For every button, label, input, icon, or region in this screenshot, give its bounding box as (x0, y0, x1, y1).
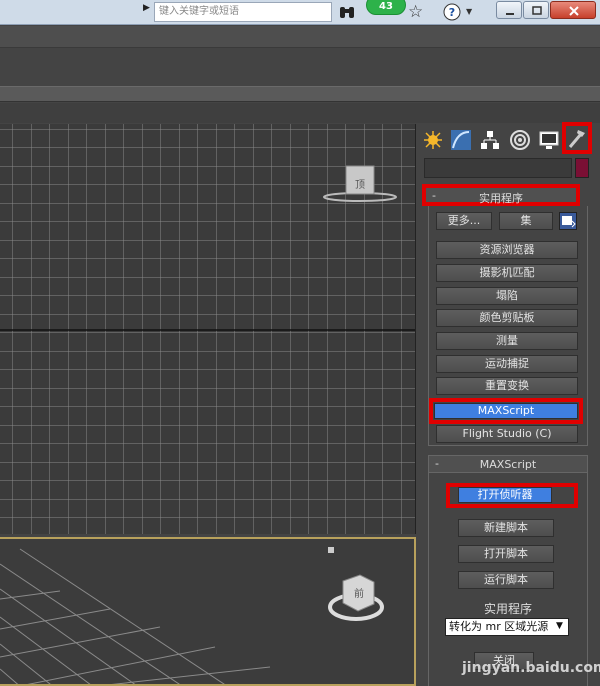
reset-xform-button[interactable]: 重置变换 (436, 377, 578, 395)
flight-studio-button[interactable]: Flight Studio (C) (436, 425, 578, 443)
new-script-button[interactable]: 新建脚本 (458, 519, 554, 537)
menu-bar (0, 26, 600, 48)
motion-capture-button[interactable]: 运动捕捉 (436, 355, 578, 373)
color-clipboard-button[interactable]: 颜色剪贴板 (436, 309, 578, 327)
chevron-down-icon[interactable]: ▼ (556, 621, 563, 631)
search-input[interactable]: 键入关键字或短语 (154, 2, 332, 22)
object-color-swatch[interactable] (575, 158, 589, 178)
binocular-icon[interactable] (338, 3, 356, 21)
utilities-tab-icon[interactable] (562, 122, 592, 154)
top-viewcube-label[interactable]: 顶 (348, 176, 372, 191)
utilities-label: 实用程序 (483, 602, 532, 616)
close-button[interactable] (550, 1, 596, 19)
display-tab-icon[interactable] (537, 128, 561, 152)
run-script-button[interactable]: 运行脚本 (458, 571, 554, 589)
open-listener-button[interactable]: 打开侦听器 (458, 487, 552, 503)
perspective-grid (0, 547, 384, 684)
sets-button[interactable]: 集 (499, 212, 553, 230)
hierarchy-tab-icon[interactable] (478, 128, 502, 152)
favorite-star-icon[interactable]: ☆ (408, 2, 423, 22)
measure-button[interactable]: 测量 (436, 332, 578, 350)
minimize-button[interactable] (496, 1, 522, 19)
viewport-label-strip (0, 103, 600, 123)
motion-tab-icon[interactable] (508, 128, 532, 152)
perspective-viewcube-label[interactable]: 前 (346, 585, 372, 600)
open-script-button[interactable]: 打开脚本 (458, 545, 554, 563)
top-viewport[interactable]: 顶 (0, 124, 416, 534)
ribbon (0, 86, 600, 102)
utilities-rollout-header[interactable]: - 实用程序 (422, 184, 580, 206)
maximize-button[interactable] (523, 1, 549, 19)
help-icon[interactable]: ? (442, 3, 462, 21)
help-dropdown-icon[interactable]: ▼ (466, 7, 472, 16)
svg-text:?: ? (449, 6, 455, 19)
configure-sets-icon[interactable] (559, 212, 577, 230)
search-dropdown-arrow-icon[interactable]: ▶ (143, 3, 153, 21)
create-tab-icon[interactable] (421, 128, 445, 152)
asset-browser-button[interactable]: 资源浏览器 (436, 241, 578, 259)
notification-badge[interactable]: 43 (366, 0, 406, 15)
modify-tab-icon[interactable] (449, 128, 473, 152)
utility-dropdown[interactable]: 转化为 mr 区域光源 (445, 618, 569, 636)
perspective-viewport[interactable]: 前 (0, 537, 416, 686)
maxscript-rollout-header[interactable]: - MAXScript (428, 455, 588, 473)
collapse-button[interactable]: 塌陷 (436, 287, 578, 305)
main-toolbar (0, 49, 600, 85)
maxscript-button[interactable]: MAXScript (434, 403, 578, 419)
camera-match-button[interactable]: 摄影机匹配 (436, 264, 578, 282)
more-button[interactable]: 更多... (436, 212, 492, 230)
watermark: jingyan.baidu.com (462, 660, 600, 676)
object-name-field[interactable] (424, 158, 572, 178)
